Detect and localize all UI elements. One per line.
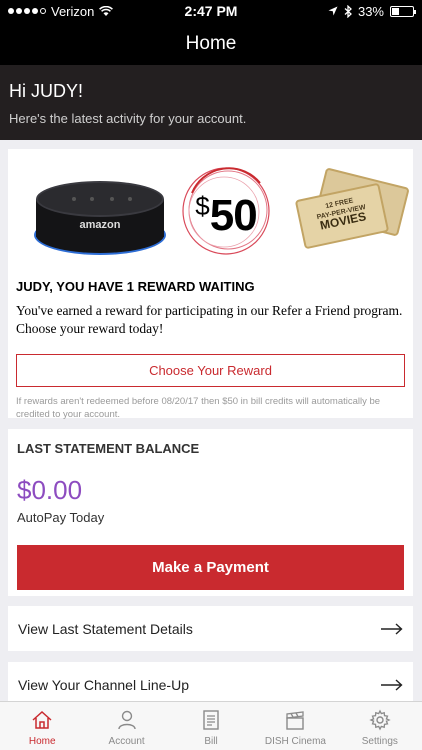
movie-tickets-image[interactable]: 12 FREE PAY-PER-VIEW MOVIES [291,167,413,255]
signal-icon [8,8,46,14]
home-icon [32,710,52,729]
choose-reward-button[interactable]: Choose Your Reward [16,354,405,387]
person-icon [117,710,136,730]
location-arrow-icon [328,6,338,16]
tab-bill-label: Bill [204,736,218,747]
make-payment-button[interactable]: Make a Payment [17,545,404,590]
nav-title: Home [0,22,422,65]
balance-card: LAST STATEMENT BALANCE $0.00 AutoPay Tod… [8,429,413,596]
status-right: 33% [328,3,416,19]
tab-account-label: Account [108,736,145,747]
battery-fill [392,7,399,15]
bill-icon [203,710,219,730]
credit-amount: $50 [172,191,280,241]
tab-settings[interactable]: Settings [338,702,422,750]
reward-description: You've earned a reward for participating… [16,303,403,336]
balance-amount: $0.00 [17,475,83,505]
tab-dish-cinema[interactable]: DISH Cinema [253,702,337,750]
reward-note: If rewards aren't redeemed before 08/20/… [16,396,381,420]
status-bar: Verizon 2:47 PM 33% [0,0,422,22]
reward-options: amazon $50 12 FREE PAY-PER-VIEW MOVIES [16,149,410,259]
arrow-right-icon [381,678,403,691]
smart-speaker-image[interactable]: amazon [36,181,164,253]
clapperboard-icon [286,711,305,730]
tab-home-label: Home [28,736,56,747]
tab-bill[interactable]: Bill [169,702,253,750]
arrow-right-icon [381,622,403,635]
dollar-sign: $ [195,191,210,221]
view-statement-label: View Last Statement Details [18,620,193,637]
bill-credit-badge[interactable]: $50 [172,163,280,259]
autopay-label: AutoPay Today [17,510,105,525]
tab-account[interactable]: Account [84,702,168,750]
amount-value: 50 [209,191,258,240]
speaker-logo: amazon [79,219,121,231]
view-statement-link[interactable]: View Last Statement Details [8,606,413,651]
greeting-banner: Hi JUDY! Here's the latest activity for … [0,65,422,140]
channel-lineup-label: View Your Channel Line-Up [18,676,189,693]
carrier-label: Verizon [51,3,95,19]
greeting-title: Hi JUDY! [9,81,84,101]
gear-icon [369,709,391,731]
battery-icon [390,5,416,17]
balance-title: LAST STATEMENT BALANCE [17,441,200,456]
tab-home[interactable]: Home [0,702,84,750]
bluetooth-icon [344,4,352,18]
tab-dish-cinema-label: DISH Cinema [264,736,326,747]
battery-percent: 33% [357,3,384,19]
tab-bar: Home Account Bill DISH Cinema Settings [0,701,422,750]
ticket-front: 12 FREE PAY-PER-VIEW MOVIES [294,182,390,250]
status-left: Verizon [8,3,114,19]
greeting-subtitle: Here's the latest activity for your acco… [9,111,247,126]
wifi-icon [99,5,114,16]
reward-card: amazon $50 12 FREE PAY-PER-VIEW MOVIES J… [8,149,413,420]
reward-title: JUDY, YOU HAVE 1 REWARD WAITING [16,279,255,294]
tab-settings-label: Settings [361,736,398,747]
